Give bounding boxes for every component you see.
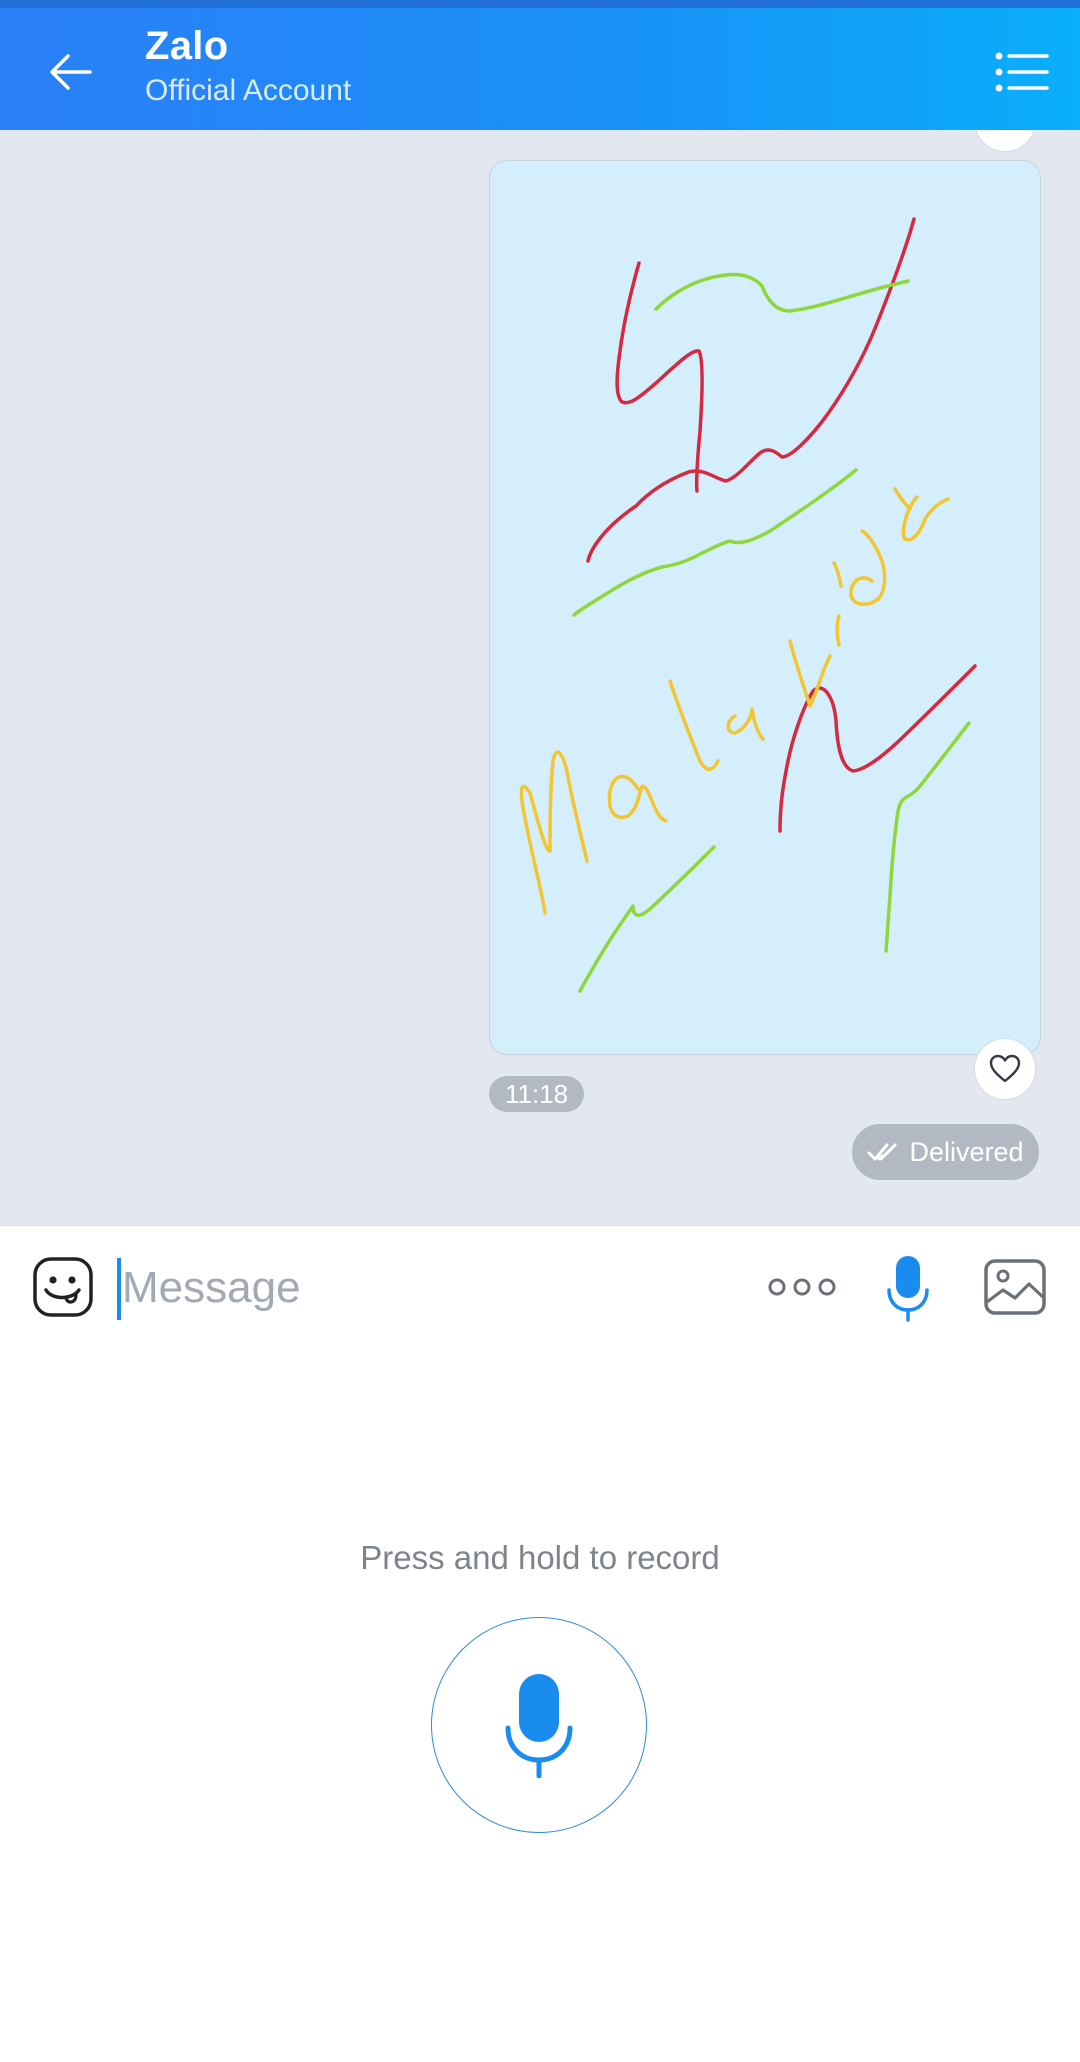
image-gallery-icon <box>984 1259 1046 1315</box>
menu-button[interactable] <box>986 36 1058 108</box>
drawing-message[interactable] <box>489 160 1041 1055</box>
microphone-icon <box>887 1256 929 1322</box>
react-heart-button[interactable] <box>974 1038 1036 1100</box>
list-menu-icon <box>995 52 1049 92</box>
delivery-status-label: Delivered <box>909 1136 1024 1167</box>
chat-title: Zalo <box>145 24 229 68</box>
sticker-face-icon <box>33 1257 93 1317</box>
gallery-button[interactable] <box>980 1254 1050 1320</box>
record-hint: Press and hold to record <box>360 1539 720 1576</box>
message-composer <box>0 1225 1080 1350</box>
heart-icon <box>989 1054 1021 1083</box>
delivery-status-badge: Delivered <box>852 1124 1039 1180</box>
text-cursor <box>117 1258 121 1320</box>
previous-reaction-button[interactable] <box>974 130 1036 152</box>
double-check-icon <box>867 1143 897 1161</box>
app-header: Zalo Official Account <box>0 8 1080 130</box>
back-button[interactable] <box>30 32 110 112</box>
doodle-image <box>519 217 977 993</box>
message-input[interactable] <box>122 1248 722 1328</box>
status-strip <box>0 0 1080 8</box>
more-dots-icon <box>768 1278 836 1296</box>
arrow-left-icon <box>50 54 92 90</box>
chat-subtitle: Official Account <box>145 74 352 107</box>
voice-record-panel: Press and hold to record <box>0 1349 1080 2062</box>
microphone-icon <box>505 1674 573 1778</box>
message-time: 11:18 <box>489 1076 585 1112</box>
more-options-button[interactable] <box>760 1262 844 1312</box>
record-button[interactable] <box>431 1617 647 1833</box>
voice-record-toggle[interactable] <box>880 1248 936 1328</box>
sticker-button[interactable] <box>30 1254 96 1320</box>
chat-area[interactable]: 11:18 Delivered <box>0 130 1080 1225</box>
